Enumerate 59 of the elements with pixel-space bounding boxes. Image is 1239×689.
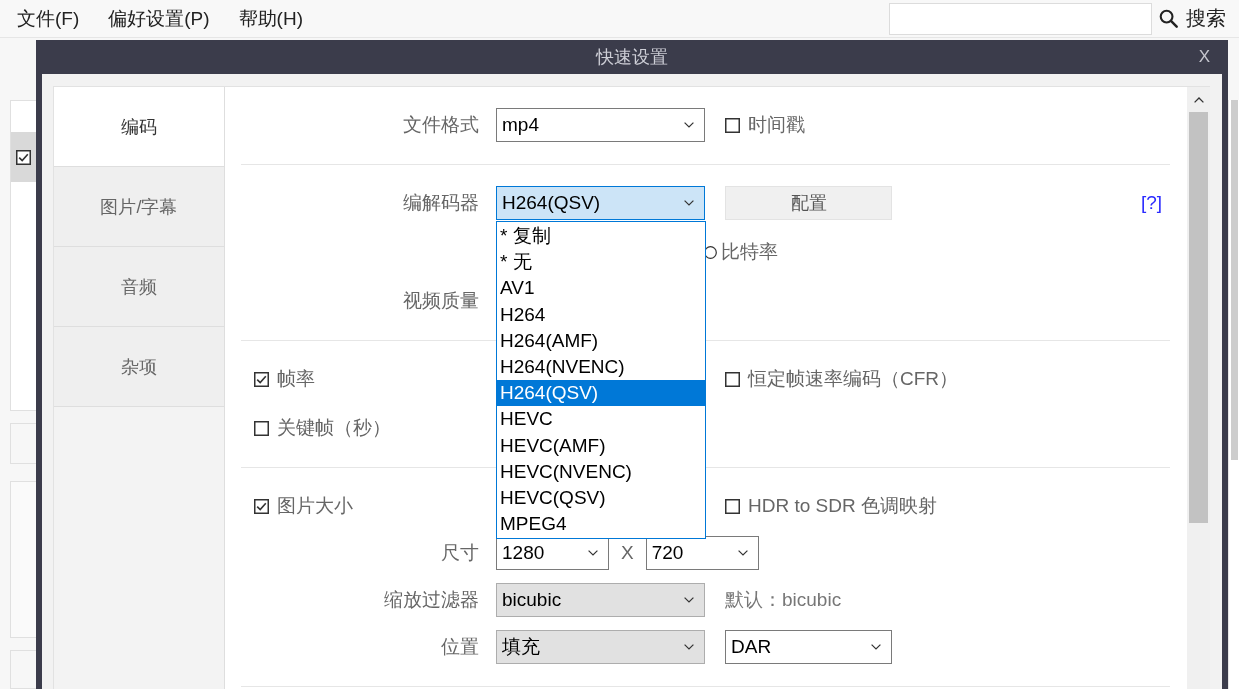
checkbox-label: 关键帧（秒） [277,416,391,440]
search-field[interactable] [889,2,1152,35]
list-row[interactable] [11,132,37,182]
dialog-title: 快速设置 [596,46,668,69]
checkbox-label: HDR to SDR 色调映射 [748,494,937,518]
scrollbar[interactable] [1228,100,1239,689]
checkbox-label: 恒定帧速率编码（CFR） [748,367,959,391]
chevron-icon [737,550,748,556]
search-button[interactable]: 搜索 [1157,5,1228,32]
checkbox[interactable] [254,371,269,387]
chevron-icon [684,200,694,206]
field-label: 尺寸 [441,541,479,565]
checkbox[interactable] [16,149,31,165]
checkbox[interactable] [254,498,269,514]
checkbox-label: 图片大小 [277,494,353,518]
menu-item[interactable]: 文件(F) [2,1,94,36]
dropdown[interactable]: 填充 [496,630,705,664]
configure-button[interactable]: 配置 [725,186,892,220]
checkbox[interactable] [725,371,740,387]
tab[interactable]: 音频 [54,247,224,327]
search-icon [1159,9,1178,28]
panel [10,649,37,689]
field-label: 缩放过滤器 [384,588,479,612]
dropdown[interactable]: 720 [645,536,759,570]
radio-button[interactable] [704,245,717,259]
menu-item[interactable]: 帮助(H) [223,1,317,36]
close-button[interactable]: X [1194,47,1214,67]
radio-label: 比特率 [721,240,778,264]
panel [10,423,37,465]
dropdown[interactable]: H264(QSV) [496,186,705,220]
dropdown[interactable]: DAR [725,630,892,664]
tab[interactable]: 杂项 [54,327,224,407]
chevron-icon [588,550,598,556]
checkbox[interactable] [254,420,269,436]
checkbox-label: 时间戳 [748,113,805,137]
scrollbar-thumb[interactable] [1189,112,1208,523]
checkbox-label: 帧率 [277,367,315,391]
dimension-separator: X [621,542,634,564]
field-label: 编解码器 [403,191,479,215]
scrollbar-thumb[interactable] [1231,100,1238,460]
field-label: 视频质量 [403,289,479,313]
dropdown[interactable]: mp4 [496,108,705,142]
tab[interactable]: 编码 [54,87,224,167]
chevron-up-icon[interactable] [1193,96,1204,103]
checkbox[interactable] [725,498,740,514]
chevron-icon [871,644,881,650]
default-note: 默认：bicubic [725,588,842,612]
dropdown[interactable]: bicubic [496,583,705,617]
chevron-icon [684,644,694,650]
tab[interactable]: 图片/字幕 [54,167,224,247]
checkbox[interactable] [725,117,740,133]
field-label: 文件格式 [403,113,479,137]
menu-item[interactable]: 偏好设置(P) [93,1,224,36]
help-link[interactable]: [?] [1140,192,1162,214]
field-label: 位置 [441,635,479,659]
chevron-icon [684,597,694,603]
chevron-icon [684,122,694,128]
dropdown-option[interactable]: H264(QSV) [497,380,705,407]
scrollbar[interactable] [1187,87,1210,689]
